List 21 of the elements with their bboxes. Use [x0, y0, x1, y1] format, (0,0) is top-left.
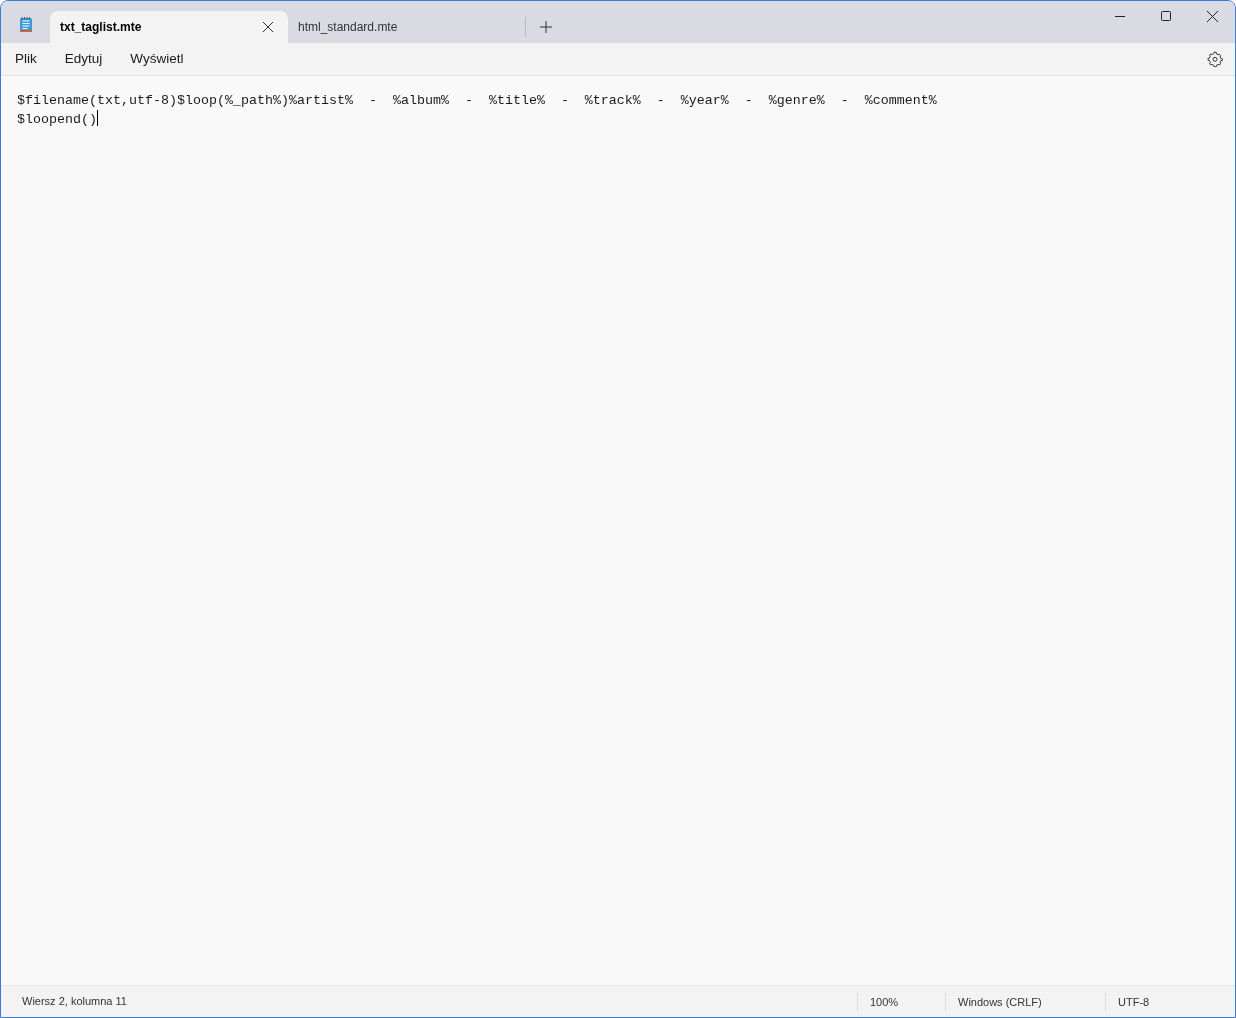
text-cursor: [97, 110, 98, 126]
cursor-position: Wiersz 2, kolumna 11: [21, 994, 128, 1010]
code-line: $filename(txt,utf-8)$loop(%_path%)%artist% - %album% - %title% - %track% - %year% - %genre% - %comment%: [17, 93, 937, 108]
menu-item[interactable]: Wyświetl: [120, 44, 194, 74]
menu-item[interactable]: Edytuj: [54, 44, 113, 74]
code-line: $loopend(): [17, 112, 97, 127]
close-icon: [1206, 10, 1218, 22]
close-icon: [263, 22, 273, 32]
text-editor[interactable]: $filename(txt,utf-8)$loop(%_path%)%artist% - %album% - %title% - %track% - %year% - %genre% - %comment% $loopend(): [1, 76, 1235, 985]
maximize-icon: [1161, 11, 1171, 21]
menu-item[interactable]: Plik: [5, 44, 47, 74]
settings-icon[interactable]: [1207, 51, 1223, 67]
file-tab[interactable]: html_standard.mte: [288, 17, 526, 37]
plus-icon: [540, 21, 552, 33]
tab-label: txt_taglist.mte: [60, 19, 143, 36]
line-ending: Windows (CRLF): [945, 992, 1105, 1011]
notepad-icon: [19, 16, 33, 33]
file-tab[interactable]: txt_taglist.mte: [50, 11, 288, 43]
encoding: UTF-8: [1105, 992, 1235, 1011]
zoom-level: 100%: [857, 992, 945, 1011]
tab-label: html_standard.mte: [298, 19, 399, 36]
